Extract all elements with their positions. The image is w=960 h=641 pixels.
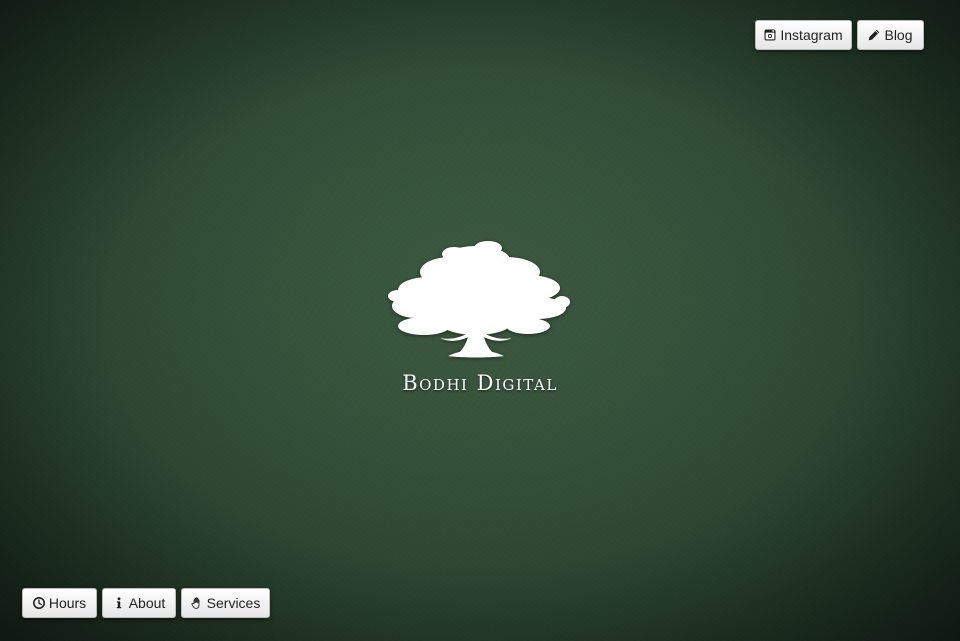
- services-button[interactable]: Services: [181, 588, 270, 618]
- about-button[interactable]: About: [102, 588, 176, 618]
- info-icon: [113, 597, 125, 609]
- about-label: About: [128, 595, 166, 611]
- hours-label: Hours: [48, 595, 87, 611]
- services-label: Services: [206, 595, 261, 611]
- hours-button[interactable]: Hours: [22, 588, 97, 618]
- bodhi-tree-icon: [388, 241, 570, 358]
- clock-icon: [32, 597, 45, 609]
- instagram-button[interactable]: Instagram: [755, 20, 852, 50]
- instagram-label: Instagram: [780, 27, 843, 43]
- pencil-icon: [868, 29, 880, 41]
- blog-button[interactable]: Blog: [857, 20, 924, 50]
- brand-logo: Bodhi Digital: [380, 238, 580, 403]
- instagram-icon: [764, 29, 776, 41]
- hand-icon: [191, 597, 203, 609]
- brand-name: Bodhi Digital: [402, 371, 558, 395]
- blog-label: Blog: [884, 27, 913, 43]
